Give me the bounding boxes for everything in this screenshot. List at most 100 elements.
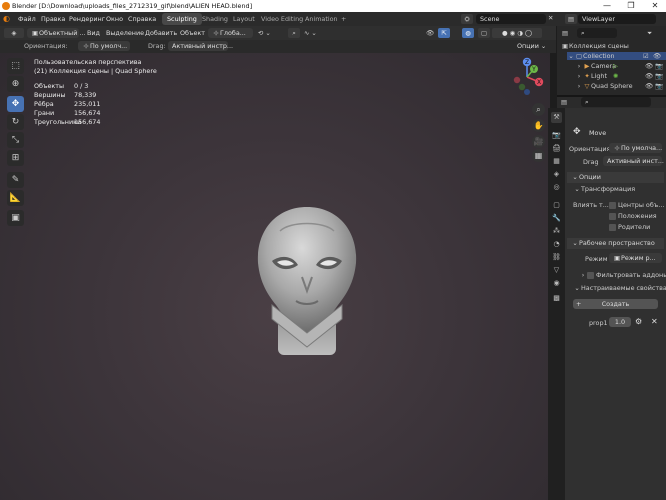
tab-scene-icon[interactable]: ◈ [551, 169, 562, 180]
tab-world-icon[interactable]: ◎ [551, 182, 562, 193]
tab-constraints-icon[interactable]: ⛓ [551, 252, 562, 263]
render-camera-icon[interactable]: 📷 [655, 72, 663, 80]
scene-field[interactable]: Scene [476, 14, 546, 24]
outliner-editor-icon[interactable]: ▤ [562, 29, 568, 37]
eye-icon[interactable]: 👁 [653, 52, 661, 60]
outliner-item-scene-collection[interactable]: ▣Коллекция сцены [561, 42, 629, 50]
gizmo-neg-x[interactable] [513, 76, 521, 84]
render-camera-icon[interactable]: 📷 [655, 82, 663, 90]
gear-icon[interactable]: ⚙ [635, 317, 642, 326]
tab-output-icon[interactable]: 🖨 [551, 143, 562, 154]
blender-menu-icon[interactable]: ◐ [3, 12, 10, 26]
transform-orientation-dropdown[interactable]: ⊹Глоба... [208, 28, 253, 38]
mode-dropdown[interactable]: ▣Режим р... [609, 253, 662, 263]
outliner-item-camera[interactable]: › ▶ Camera ▷ 👁 📷 [575, 62, 663, 70]
orientation-dropdown[interactable]: ⊹По умолча... [609, 143, 662, 153]
workspace-section-header[interactable]: ⌄Рабочее пространство [567, 238, 664, 249]
zoom-icon[interactable]: ⌕ [532, 103, 545, 116]
tab-texture-icon[interactable]: ▩ [551, 293, 562, 304]
properties-search-input[interactable]: ⌕ [581, 97, 651, 107]
visibility-icon[interactable]: 👁 [424, 28, 436, 38]
tab-tool-icon[interactable]: ⚒ [551, 112, 562, 123]
scene-close-icon[interactable]: ✕ [548, 14, 553, 22]
create-property-button[interactable]: + Создать [573, 299, 658, 309]
gizmo-toggle-icon[interactable]: ⇱ [438, 28, 450, 38]
outliner-item-collection[interactable]: ⌄ ▢Collection ☑ 👁 [567, 52, 666, 60]
transform-tool-icon[interactable]: ⊞ [7, 150, 24, 166]
filter-addons-subsection[interactable]: › Фильтровать аддоны [579, 271, 666, 279]
alien-head-model[interactable] [250, 201, 365, 357]
minimize-button[interactable]: — [596, 0, 618, 12]
pan-hand-icon[interactable]: ✋ [532, 119, 545, 132]
add-workspace-button[interactable]: + [336, 13, 351, 25]
menu-view[interactable]: Вид [87, 26, 100, 40]
gizmo-neg-z[interactable] [524, 89, 530, 95]
menu-render[interactable]: Рендеринг [69, 12, 105, 26]
xray-icon[interactable]: ▢ [478, 28, 490, 38]
tab-material-icon[interactable]: ◉ [551, 278, 562, 289]
menu-help[interactable]: Справка [128, 12, 156, 26]
tab-layout[interactable]: Layout [228, 13, 260, 25]
tab-modifiers-icon[interactable]: 🔧 [551, 213, 562, 224]
menu-select[interactable]: Выделение [106, 26, 144, 40]
scale-tool-icon[interactable]: ⤡ [7, 132, 24, 148]
annotate-tool-icon[interactable]: ✎ [7, 172, 24, 188]
tab-view-layer-icon[interactable]: ▦ [551, 156, 562, 167]
navigation-gizmo[interactable]: Z Y X [505, 55, 549, 99]
eye-icon[interactable]: 👁 [645, 62, 653, 70]
transform-subsection-header[interactable]: ⌄Трансформация [573, 185, 635, 193]
shading-mode-icons[interactable]: ● ◉ ◑ ◯ [492, 28, 542, 38]
eye-icon[interactable]: 👁 [645, 82, 653, 90]
editor-type-icon[interactable]: ◈ [4, 28, 24, 38]
snap-icon[interactable]: ⌕ [288, 28, 300, 38]
filter-icon[interactable]: ⏷ [647, 29, 652, 38]
render-camera-icon[interactable]: 📷 [655, 62, 663, 70]
affect-origins-checkbox[interactable]: Центры объ... [609, 201, 664, 209]
tab-data-icon[interactable]: ▽ [551, 265, 562, 276]
custom-props-section-header[interactable]: ⌄Настраиваемые свойства [573, 284, 666, 292]
properties-editor-icon[interactable]: ▤ [561, 98, 567, 106]
gizmo-neg-y[interactable] [518, 83, 526, 91]
eye-icon[interactable]: 👁 [645, 72, 653, 80]
mode-dropdown[interactable]: ▣Объектный ... [27, 28, 86, 38]
close-icon[interactable]: ✕ [651, 317, 658, 326]
menu-edit[interactable]: Правка [41, 12, 65, 26]
outliner-item-light[interactable]: › ✦Light ✺ 👁 📷 [575, 72, 663, 80]
viewlayer-icon[interactable]: ▤ [565, 14, 577, 24]
tab-particles-icon[interactable]: ⁂ [551, 226, 562, 237]
add-cube-tool-icon[interactable]: ▣ [7, 210, 24, 226]
menu-add[interactable]: Добавить [145, 26, 177, 40]
options-dropdown[interactable]: Опции ⌄ [517, 41, 546, 52]
menu-object[interactable]: Объект [180, 26, 205, 40]
drag-dropdown[interactable]: Активный инст... [603, 156, 664, 166]
pivot-point-icon[interactable]: ⟲ ⌄ [258, 28, 288, 38]
camera-view-icon[interactable]: 🎥 [532, 135, 545, 148]
viewlayer-field[interactable]: ViewLayer [578, 14, 656, 24]
select-tool-icon[interactable]: ⬚ [7, 58, 24, 74]
close-window-button[interactable]: ✕ [644, 0, 666, 12]
3d-viewport[interactable]: ⬚ ⊕ ✥ ↻ ⤡ ⊞ ✎ 📐 ▣ Пользовательская персп… [0, 53, 550, 500]
measure-tool-icon[interactable]: 📐 [7, 190, 24, 206]
affect-locations-checkbox[interactable]: Положения [609, 212, 657, 220]
overlay-toggle-icon[interactable]: ◍ [462, 28, 474, 38]
tab-sculpting[interactable]: Sculpting [162, 13, 202, 25]
tab-object-icon[interactable]: ▢ [551, 200, 562, 211]
rotate-tool-icon[interactable]: ↻ [7, 114, 24, 130]
menu-window[interactable]: Окно [106, 12, 123, 26]
scene-icon[interactable]: ⛭ [461, 14, 473, 24]
maximize-button[interactable]: ❐ [620, 0, 642, 12]
drag-dropdown[interactable]: Активный инстр... [168, 41, 233, 51]
move-tool-icon[interactable]: ✥ [7, 96, 24, 112]
outliner-search-input[interactable]: ⌕ [577, 28, 617, 38]
tab-physics-icon[interactable]: ◔ [551, 239, 562, 250]
cursor-tool-icon[interactable]: ⊕ [7, 76, 24, 92]
orientation-dropdown[interactable]: ⊹По умолч... [78, 41, 130, 51]
options-section-header[interactable]: ⌄Опции [567, 172, 664, 183]
checkbox-icon[interactable]: ☑ [643, 52, 649, 60]
menu-file[interactable]: Файл [18, 12, 36, 26]
outliner-item-quad-sphere[interactable]: › ▽ Quad Sphere 👁 📷 [575, 82, 663, 90]
prop1-value-field[interactable]: 1.0 [609, 317, 631, 327]
tab-render-icon[interactable]: 📷 [551, 130, 562, 141]
proportional-edit-icon[interactable]: ∿ ⌄ [304, 28, 326, 38]
perspective-toggle-icon[interactable]: ▦ [532, 149, 545, 162]
